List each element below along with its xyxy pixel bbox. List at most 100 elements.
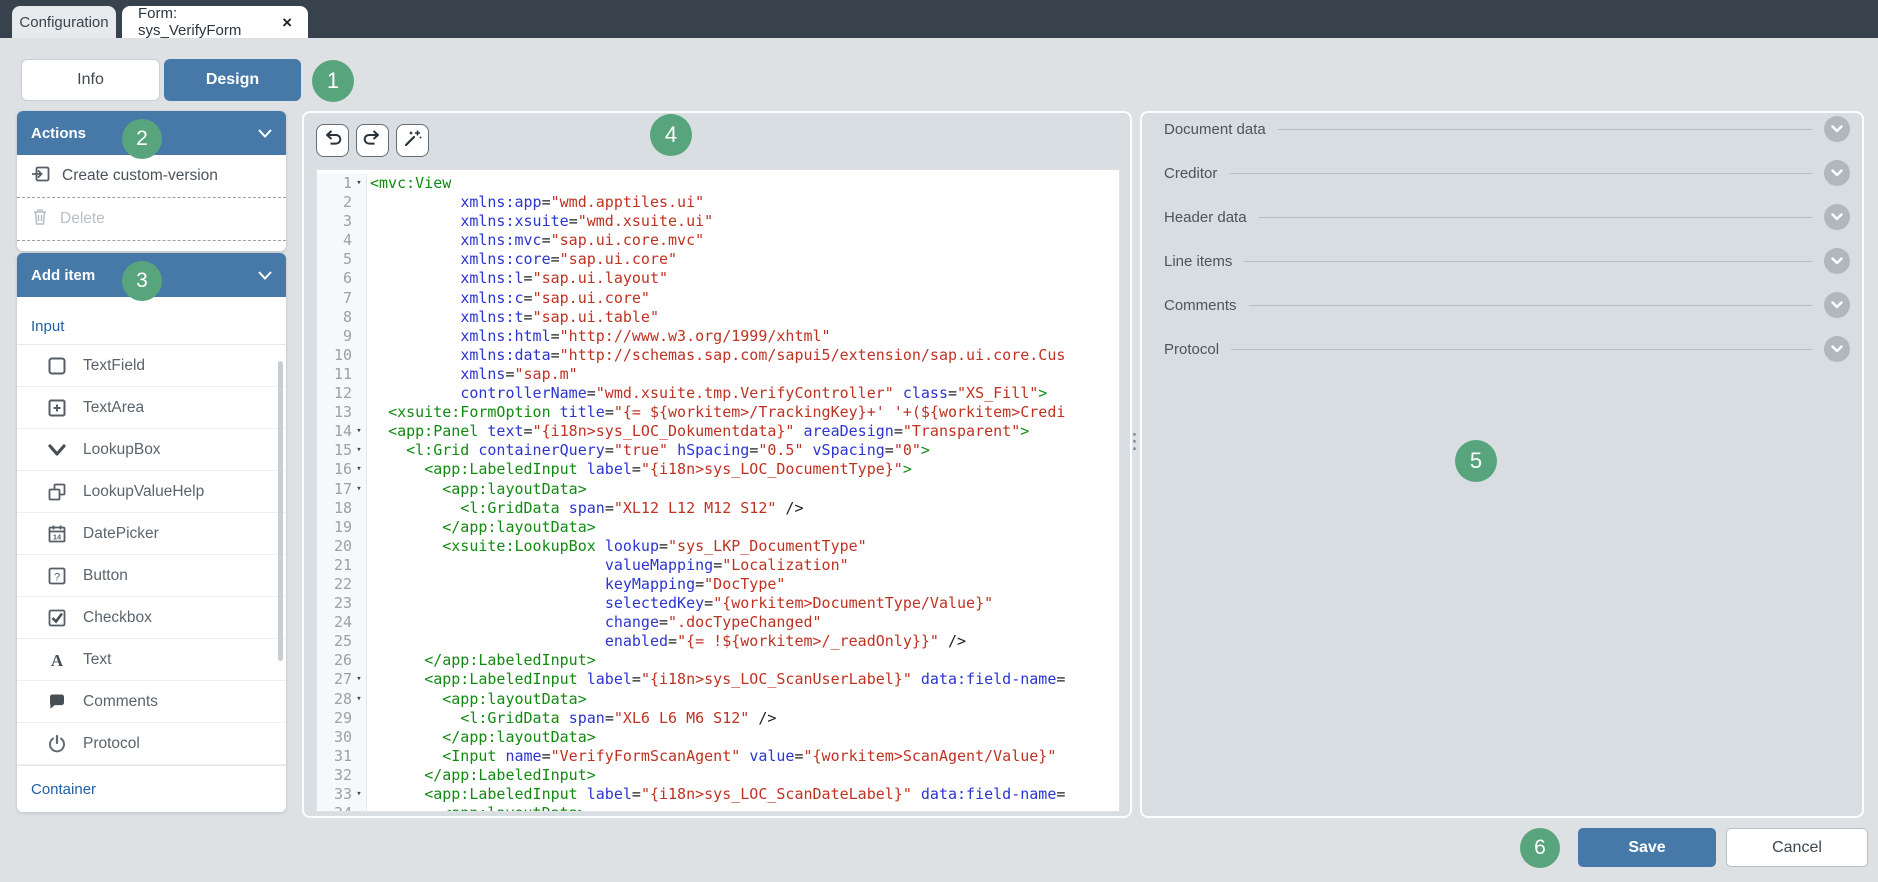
add-item-button[interactable]: ?Button (17, 555, 286, 597)
action-item-delete[interactable]: Delete (17, 198, 286, 241)
add-item-text[interactable]: A Text (17, 639, 286, 681)
add-item-group-container[interactable]: Container (17, 765, 286, 812)
tab-close-icon[interactable]: × (282, 14, 292, 31)
tab-configuration[interactable]: Configuration (12, 6, 116, 38)
line-number: 6 (317, 269, 352, 288)
add-item-label: TextArea (83, 399, 144, 417)
section-expand-button[interactable] (1824, 204, 1850, 230)
form-section-creditor: Creditor (1142, 151, 1862, 195)
add-item-protocol[interactable]: Protocol (17, 723, 286, 765)
code-fold-icon[interactable]: ▾ (352, 480, 366, 499)
xml-code-editor[interactable]: 1▾<mvc:View2 xmlns:app="wmd.apptiles.ui"… (316, 169, 1120, 812)
fold-spacer (352, 728, 366, 747)
add-item-textfield[interactable]: TextField (17, 345, 286, 387)
add-item-textarea[interactable]: TextArea (17, 387, 286, 429)
code-line: 3 xmlns:xsuite="wmd.xsuite.ui" (317, 212, 1119, 231)
info-tab-button[interactable]: Info (21, 59, 160, 101)
code-text: <l:Grid containerQuery="true" hSpacing="… (366, 441, 1119, 460)
code-line: 26 </app:LabeledInput> (317, 651, 1119, 670)
textarea-icon (45, 396, 69, 420)
annotation-badge-3: 3 (122, 261, 162, 301)
code-fold-icon[interactable]: ▾ (352, 422, 366, 441)
action-item-create-custom-version[interactable]: Create custom-version (17, 155, 286, 198)
code-line: 24 change=".docTypeChanged" (317, 613, 1119, 632)
protocol-icon (45, 732, 69, 756)
line-number: 9 (317, 327, 352, 346)
line-number: 23 (317, 594, 352, 613)
section-expand-button[interactable] (1824, 336, 1850, 362)
add-item-label: Text (83, 651, 111, 669)
code-line: 22 keyMapping="DocType" (317, 575, 1119, 594)
fold-spacer (352, 766, 366, 785)
fold-spacer (352, 575, 366, 594)
line-number: 1 (317, 174, 352, 193)
code-fold-icon[interactable]: ▾ (352, 690, 366, 709)
line-number: 21 (317, 556, 352, 575)
add-item-group-input[interactable]: Input (17, 297, 286, 345)
code-text: <app:LabeledInput label="{i18n>sys_LOC_D… (366, 460, 1119, 479)
redo-button[interactable] (356, 124, 389, 157)
add-item-list: TextField TextArea LookupBoxLookupValueHel… (17, 345, 286, 765)
svg-text:14: 14 (53, 532, 62, 541)
fold-spacer (352, 556, 366, 575)
actions-item-list: Create custom-version Delete (17, 155, 286, 241)
section-expand-button[interactable] (1824, 292, 1850, 318)
add-item-checkbox[interactable]: Checkbox (17, 597, 286, 639)
code-text: <l:GridData span="XL12 L12 M12 S12" /> (366, 499, 1119, 518)
code-line: 34 <app:layoutData> (317, 804, 1119, 812)
line-number: 3 (317, 212, 352, 231)
fold-spacer (352, 804, 366, 812)
code-fold-icon[interactable]: ▾ (352, 670, 366, 689)
section-expand-button[interactable] (1824, 160, 1850, 186)
add-item-panel: Add item Input TextFieldTextAreaLookupBo… (17, 253, 286, 812)
code-text: xmlns="sap.m" (366, 365, 1119, 384)
svg-text:?: ? (54, 571, 60, 583)
tab-form-sys-verifyform[interactable]: Form: sys_VerifyForm × (122, 6, 308, 38)
add-item-lookupvaluehelp[interactable]: LookupValueHelp (17, 471, 286, 513)
chevron-down-icon (1831, 257, 1843, 265)
fold-spacer (352, 709, 366, 728)
add-item-label: Checkbox (83, 609, 152, 627)
code-line: 9 xmlns:html="http://www.w3.org/1999/xht… (317, 327, 1119, 346)
code-text: </app:LabeledInput> (366, 766, 1119, 785)
chevron-down-icon (1831, 345, 1843, 353)
code-text: <xsuite:LookupBox lookup="sys_LKP_Docume… (366, 537, 1119, 556)
textfield-icon (45, 354, 69, 378)
fold-spacer (352, 403, 366, 422)
add-item-comments[interactable]: Comments (17, 681, 286, 723)
code-fold-icon[interactable]: ▾ (352, 174, 366, 193)
section-divider-line (1229, 173, 1812, 174)
fold-spacer (352, 537, 366, 556)
line-number: 12 (317, 384, 352, 403)
form-section-list: Document dataCreditorHeader dataLine ite… (1142, 107, 1862, 371)
add-item-datepicker[interactable]: 14DatePicker (17, 513, 286, 555)
section-expand-button[interactable] (1824, 248, 1850, 274)
code-line: 20 <xsuite:LookupBox lookup="sys_LKP_Doc… (317, 537, 1119, 556)
add-item-lookupbox[interactable]: LookupBox (17, 429, 286, 471)
add-item-label: Protocol (83, 735, 140, 753)
format-wand-icon (403, 128, 423, 153)
text-icon: A (45, 648, 69, 672)
action-item-label: Delete (60, 210, 105, 228)
form-section-label: Header data (1164, 209, 1247, 226)
code-text: xmlns:c="sap.ui.core" (366, 289, 1119, 308)
code-fold-icon[interactable]: ▾ (352, 785, 366, 804)
add-item-label: Comments (83, 693, 158, 711)
format-wand-button[interactable] (396, 124, 429, 157)
panel-splitter-handle[interactable]: ⋮ (1124, 436, 1145, 446)
section-expand-button[interactable] (1824, 116, 1850, 142)
undo-button[interactable] (316, 124, 349, 157)
chevron-down-icon (258, 271, 272, 280)
code-fold-icon[interactable]: ▾ (352, 441, 366, 460)
add-item-scrollbar[interactable] (278, 361, 283, 661)
save-button[interactable]: Save (1578, 828, 1716, 867)
line-number: 2 (317, 193, 352, 212)
code-text: <app:LabeledInput label="{i18n>sys_LOC_S… (366, 785, 1119, 804)
code-fold-icon[interactable]: ▾ (352, 460, 366, 479)
annotation-badge-6: 6 (1520, 828, 1560, 868)
design-tab-button[interactable]: Design (164, 59, 301, 101)
chevron-down-icon (1831, 301, 1843, 309)
svg-text:A: A (51, 651, 64, 670)
cancel-button[interactable]: Cancel (1726, 828, 1868, 867)
code-text: <app:layoutData> (366, 480, 1119, 499)
